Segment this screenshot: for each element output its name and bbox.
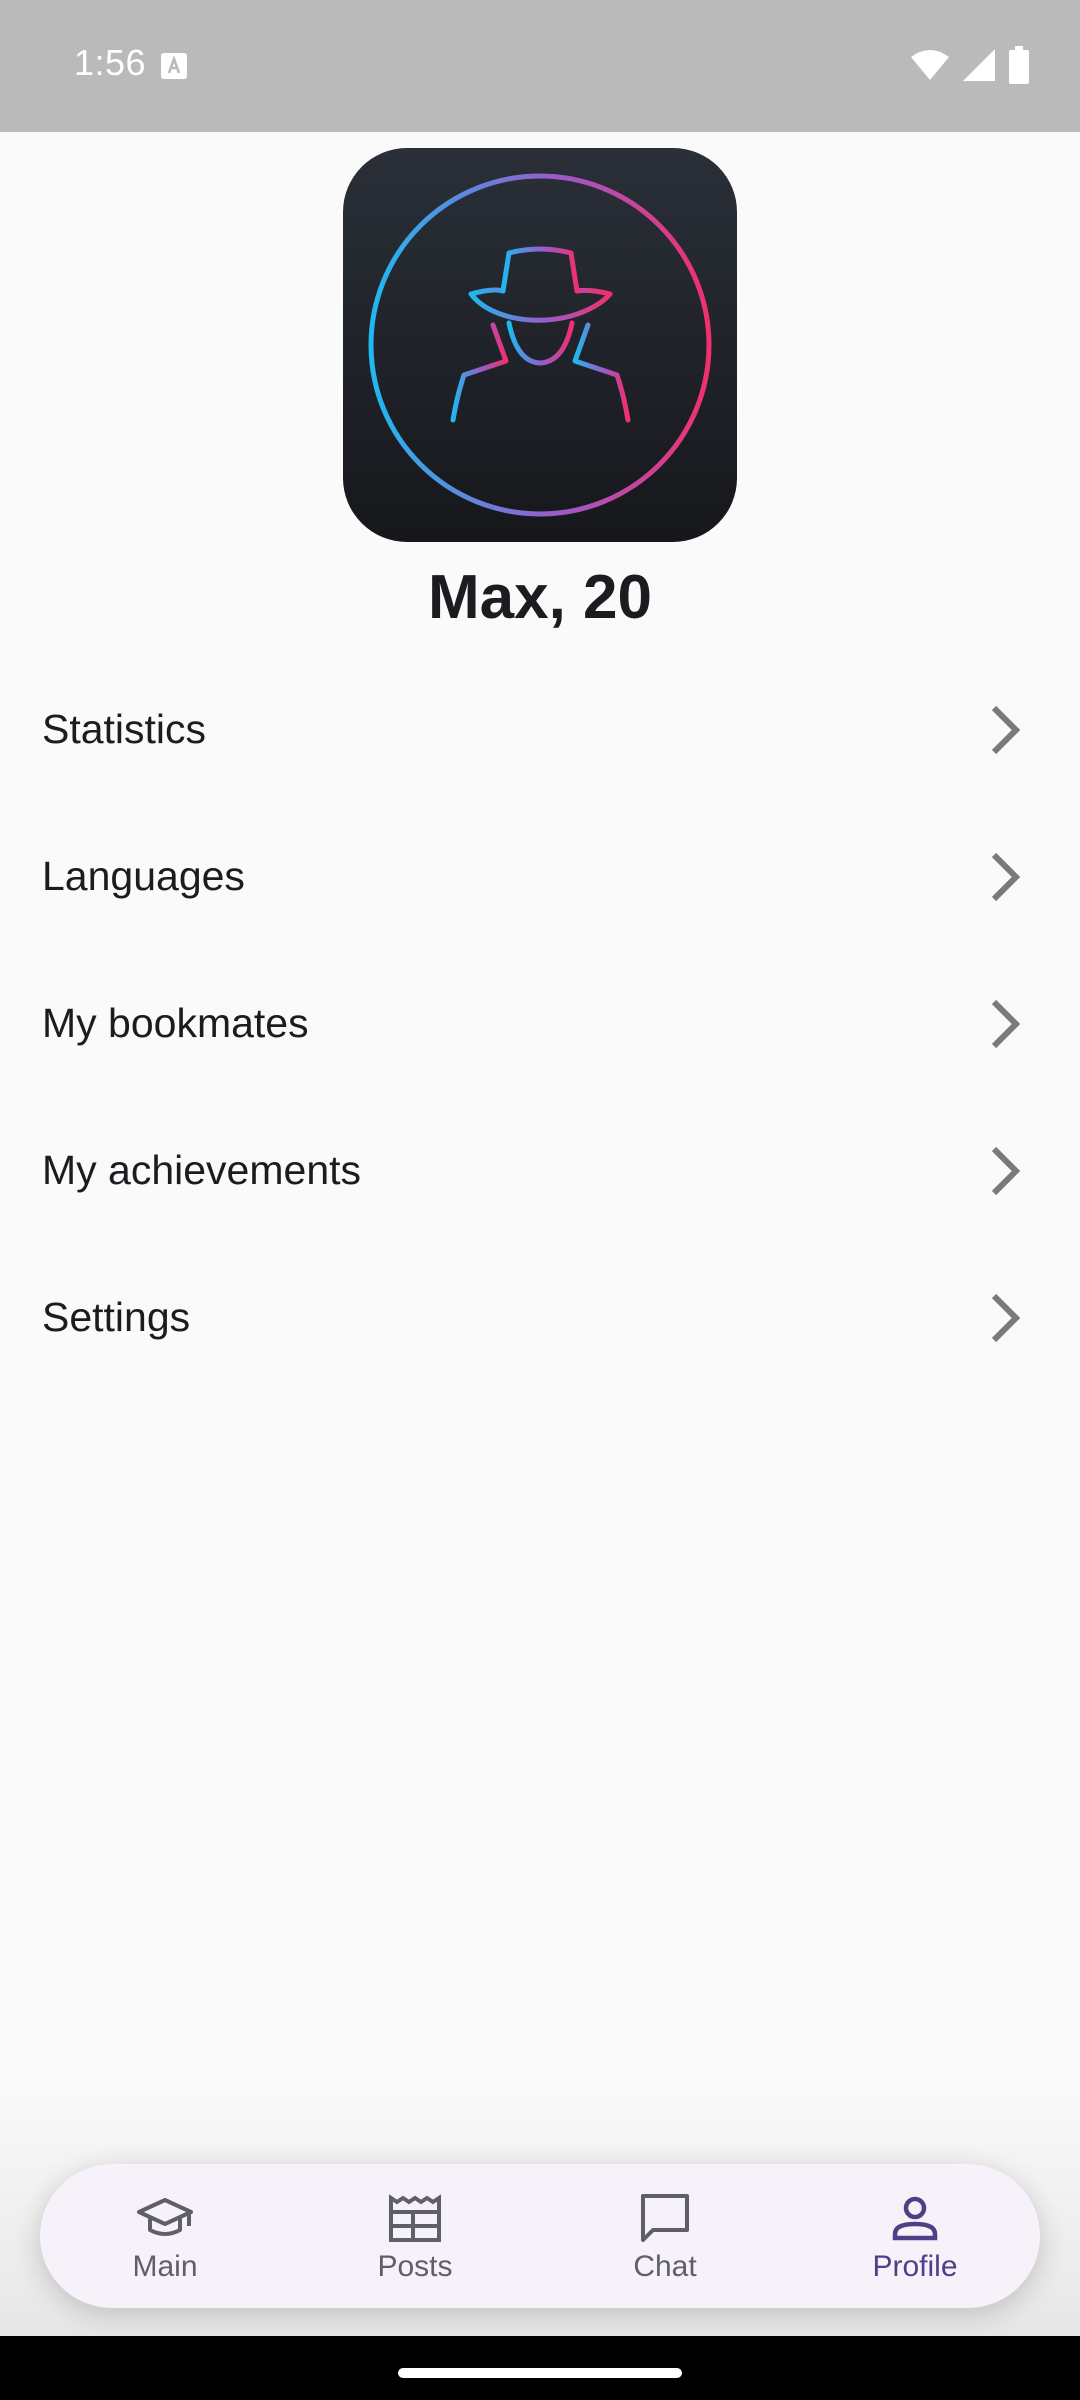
menu-item-label: Statistics <box>42 706 207 752</box>
chevron-right-icon <box>991 852 1021 901</box>
bottom-navigation: Main Posts Chat Profile <box>40 2164 1040 2308</box>
menu-item-label: My achievements <box>42 1147 362 1193</box>
nav-label: Chat <box>633 2250 697 2283</box>
wifi-icon <box>911 50 949 80</box>
graduation-cap-icon <box>137 2198 193 2236</box>
newspaper-icon <box>389 2194 441 2242</box>
chevron-right-icon <box>991 1146 1021 1195</box>
menu-item-my-achievements[interactable]: My achievements <box>0 1097 1080 1244</box>
menu-item-settings[interactable]: Settings <box>0 1244 1080 1391</box>
nav-label: Posts <box>377 2250 453 2283</box>
profile-name: Max, 20 <box>427 563 653 632</box>
menu-item-statistics[interactable]: Statistics <box>0 656 1080 803</box>
status-icons <box>910 46 1030 84</box>
chevron-right-icon <box>991 705 1021 754</box>
signal-icon <box>963 49 995 81</box>
nav-item-chat[interactable]: Chat <box>540 2164 790 2308</box>
nav-item-posts[interactable]: Posts <box>290 2164 540 2308</box>
spy-avatar-icon <box>368 173 712 517</box>
battery-icon <box>1009 46 1029 84</box>
nav-label: Main <box>132 2250 198 2283</box>
person-icon <box>892 2196 938 2241</box>
status-time: 1:56 <box>74 42 147 83</box>
profile-menu: Statistics Languages My bookmates My ach… <box>0 656 1080 1391</box>
chat-bubble-icon <box>641 2194 689 2242</box>
keyboard-a-icon <box>161 53 187 79</box>
nav-item-main[interactable]: Main <box>40 2164 290 2308</box>
home-gesture-handle[interactable] <box>398 2368 682 2378</box>
menu-item-label: My bookmates <box>42 1000 309 1046</box>
menu-item-label: Settings <box>42 1294 191 1340</box>
menu-item-my-bookmates[interactable]: My bookmates <box>0 950 1080 1097</box>
chevron-right-icon <box>991 999 1021 1048</box>
menu-item-languages[interactable]: Languages <box>0 803 1080 950</box>
menu-item-label: Languages <box>42 853 245 899</box>
chevron-right-icon <box>991 1293 1021 1342</box>
nav-label: Profile <box>872 2250 958 2283</box>
profile-avatar[interactable] <box>343 148 737 542</box>
nav-item-profile[interactable]: Profile <box>790 2164 1040 2308</box>
status-bar: 1:56 <box>0 0 1080 132</box>
